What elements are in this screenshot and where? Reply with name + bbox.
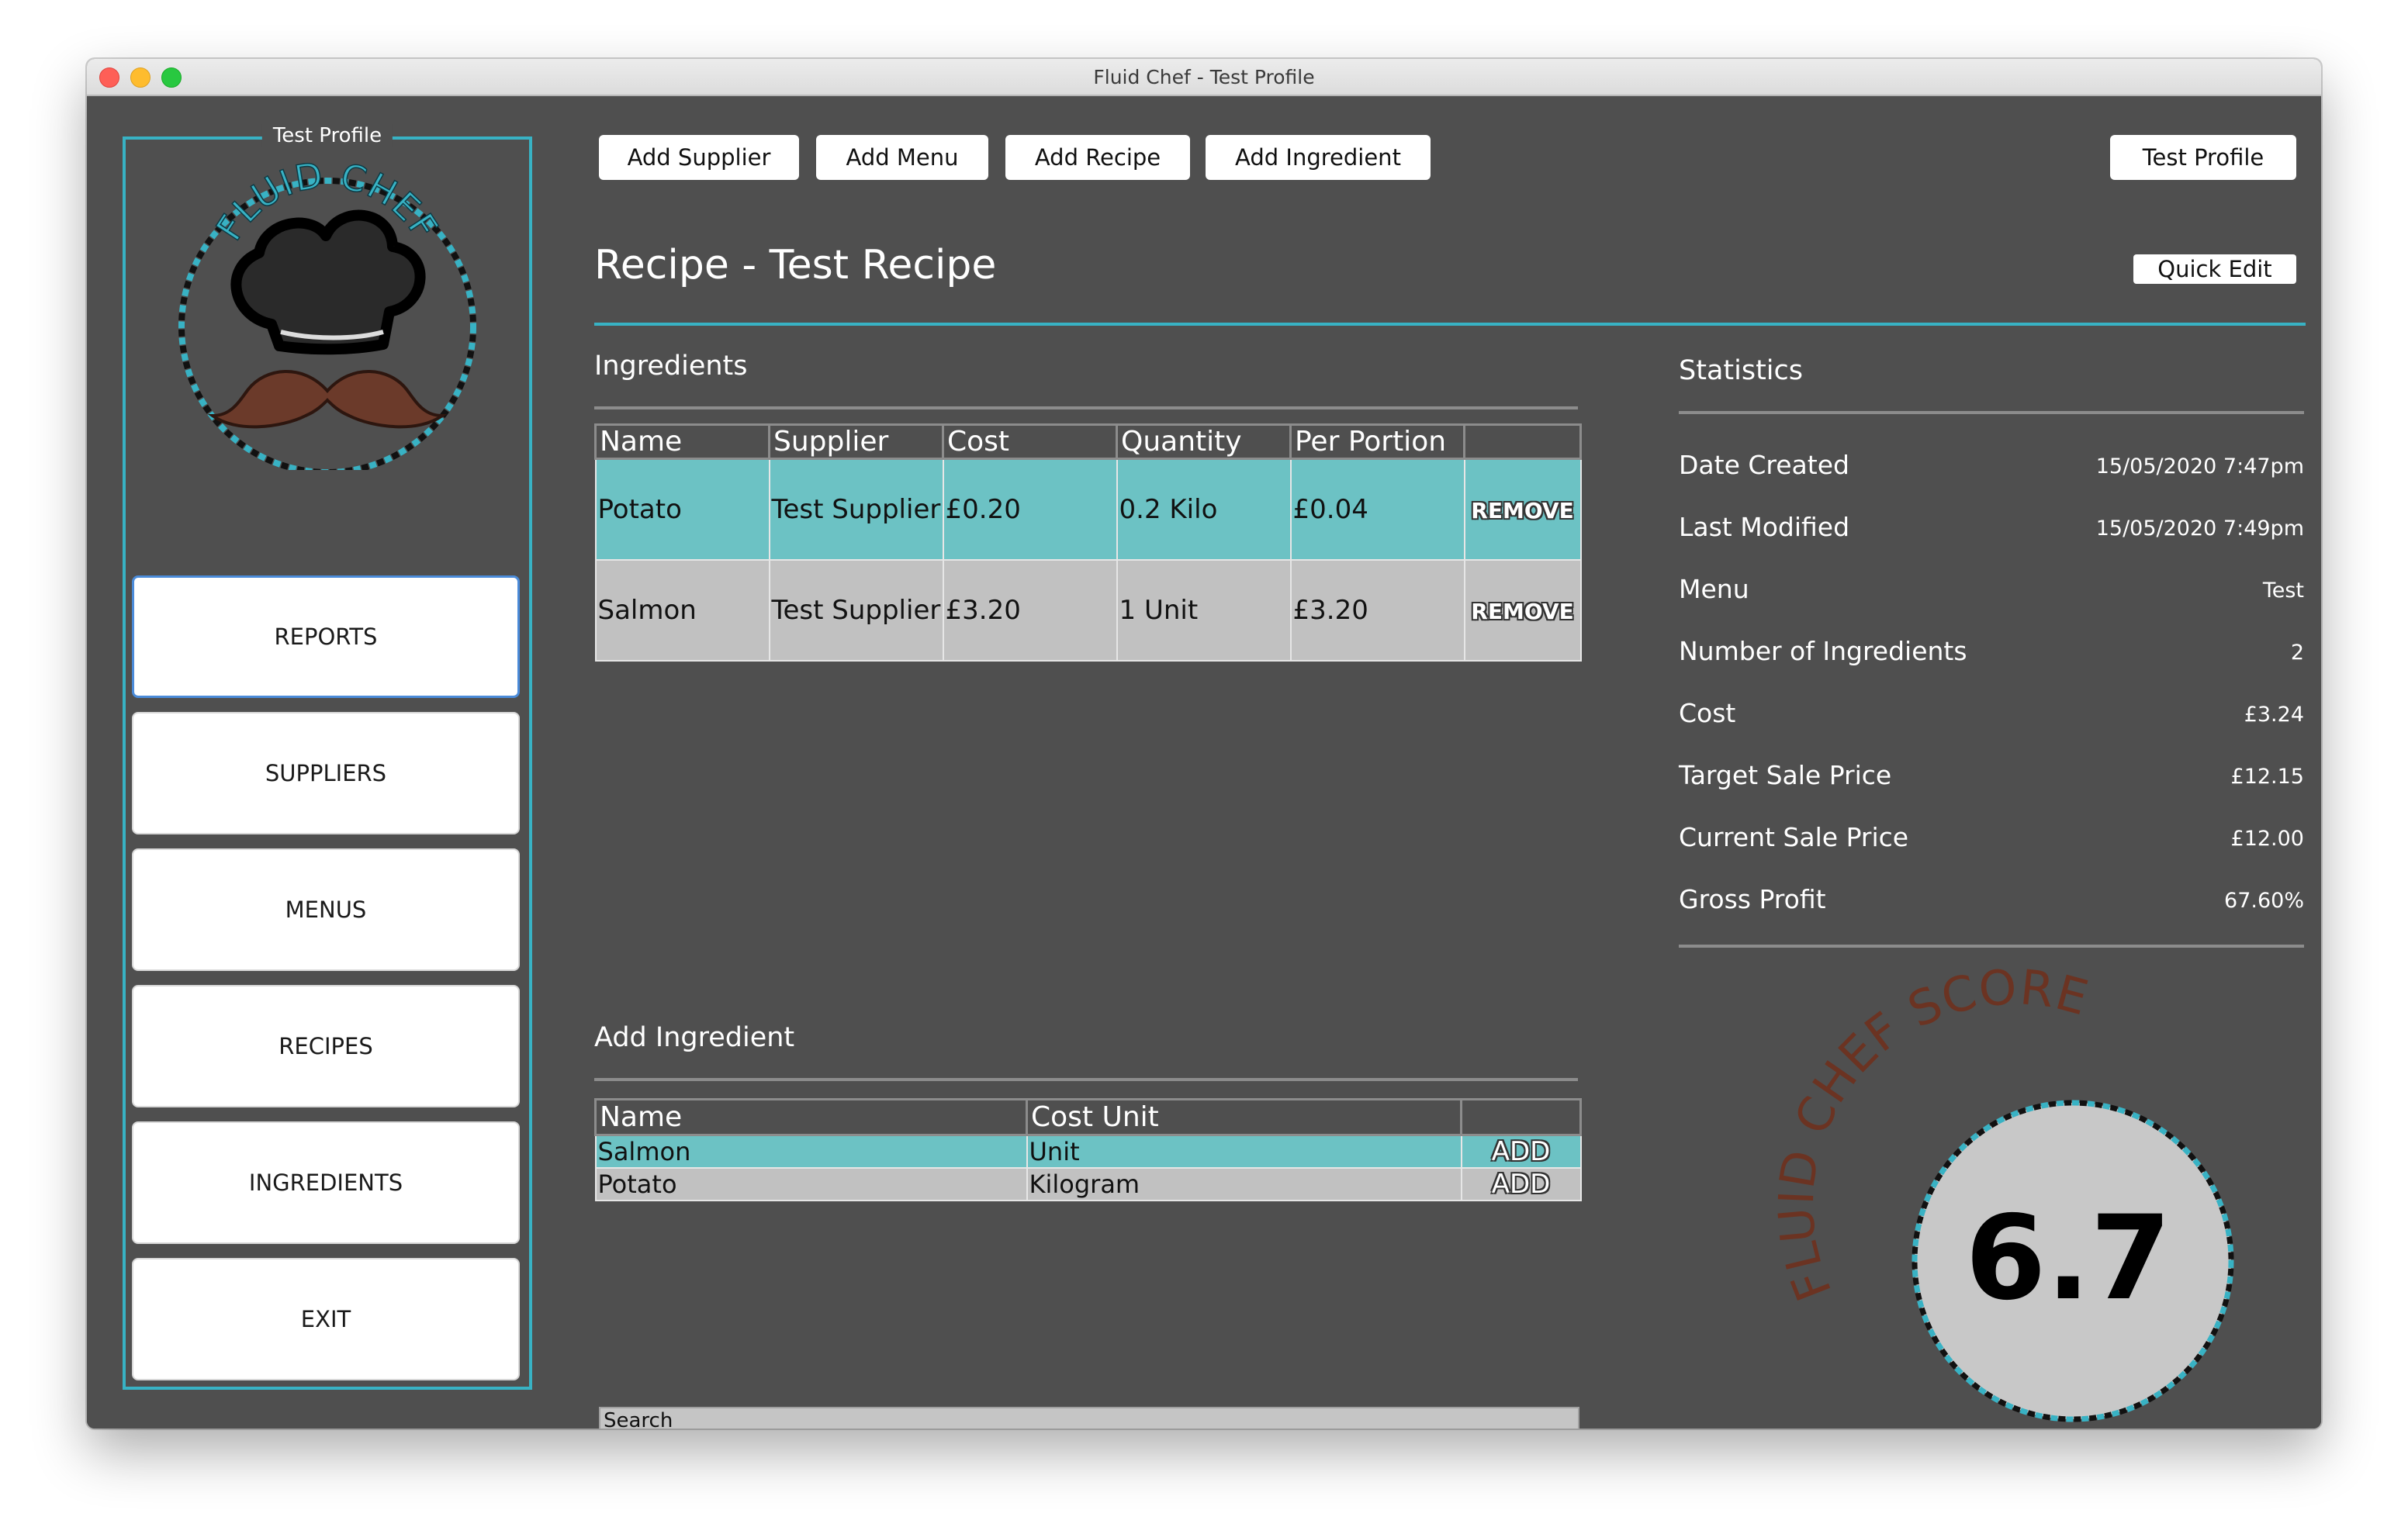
profile-button[interactable]: Test Profile [2110,135,2296,180]
add-ingredient-table: Name Cost Unit Salmon Unit ADD Potato Ki… [594,1098,1582,1201]
stat-value: £3.24 [2244,703,2304,727]
stat-label: Number of Ingredients [1679,636,1967,666]
nav-ingredients-button[interactable]: INGREDIENTS [132,1121,520,1244]
cell-name: Salmon [594,558,770,662]
stat-last-modified: Last Modified 15/05/2020 7:49pm [1679,512,2304,546]
cell-per-portion: £3.20 [1289,558,1465,662]
table-row[interactable]: Potato Test Supplier £0.20 0.2 Kilo £0.0… [594,458,1582,561]
stat-number-of-ingredients: Number of Ingredients 2 [1679,636,2304,670]
cell-cost-unit: Unit [1026,1134,1462,1169]
cell-action: REMOVE [1463,558,1582,662]
cell-name: Potato [594,458,770,561]
app-window: Fluid Chef - Test Profile Test Profile F… [87,59,2321,1429]
ingredients-divider [594,406,1578,409]
page-title: Recipe - Test Recipe [594,242,997,288]
table-row[interactable]: Salmon Test Supplier £3.20 1 Unit £3.20 … [594,558,1582,662]
col-action [1460,1098,1582,1136]
cell-supplier: Test Supplier [768,458,944,561]
col-per-portion[interactable]: Per Portion [1289,423,1465,460]
stat-label: Date Created [1679,450,1849,480]
nav-menus-button[interactable]: MENUS [132,848,520,971]
stat-label: Menu [1679,574,1749,604]
add-button[interactable]: ADD [1492,1136,1551,1166]
nav-reports-button[interactable]: REPORTS [132,575,520,698]
col-supplier[interactable]: Supplier [768,423,944,460]
col-cost[interactable]: Cost [942,423,1118,460]
cell-per-portion: £0.04 [1289,458,1465,561]
main-content: Test Profile FLUID CHEF REPORTS SUPPLIER… [87,98,2321,1429]
stat-value: Test [2262,579,2304,603]
stat-label: Target Sale Price [1679,760,1892,790]
cell-name: Salmon [594,1134,1028,1169]
sidebar: Test Profile FLUID CHEF REPORTS SUPPLIER… [123,124,532,1390]
add-ingredient-header-row: Name Cost Unit [594,1098,1582,1136]
col-cost-unit[interactable]: Cost Unit [1026,1098,1462,1136]
remove-button[interactable]: REMOVE [1471,599,1573,624]
nav-recipes-button[interactable]: RECIPES [132,985,520,1107]
add-supplier-button[interactable]: Add Supplier [599,135,799,180]
cell-supplier: Test Supplier [768,558,944,662]
stat-value: 15/05/2020 7:47pm [2095,454,2304,479]
stat-label: Current Sale Price [1679,822,1909,852]
stat-target-sale-price: Target Sale Price £12.15 [1679,760,2304,794]
stat-value: 67.60% [2224,889,2304,913]
add-ingredient-button[interactable]: Add Ingredient [1206,135,1431,180]
add-menu-button[interactable]: Add Menu [816,135,988,180]
stat-value: 15/05/2020 7:49pm [2095,517,2304,541]
col-name[interactable]: Name [594,1098,1028,1136]
cell-cost: £0.20 [942,458,1118,561]
stat-label: Last Modified [1679,512,1850,542]
stat-cost: Cost £3.24 [1679,698,2304,732]
title-bar: Fluid Chef - Test Profile [87,59,2321,96]
add-button[interactable]: ADD [1492,1170,1551,1199]
col-action [1463,423,1582,460]
quick-edit-button[interactable]: Quick Edit [2133,254,2296,284]
add-ingredient-divider [594,1078,1578,1081]
statistics-heading: Statistics [1679,355,1803,386]
nav-suppliers-button[interactable]: SUPPLIERS [132,712,520,834]
cell-action: ADD [1460,1167,1582,1201]
cell-quantity: 0.2 Kilo [1116,458,1292,561]
cell-action: REMOVE [1463,458,1582,561]
statistics-divider [1679,411,2304,414]
cell-cost-unit: Kilogram [1026,1167,1462,1201]
fluid-chef-score-badge: FLUID CHEF SCORE 6.7 [1770,966,2234,1422]
stat-date-created: Date Created 15/05/2020 7:47pm [1679,450,2304,484]
stat-value: £12.00 [2230,827,2304,851]
col-quantity[interactable]: Quantity [1116,423,1292,460]
ingredients-heading: Ingredients [594,351,748,382]
cell-action: ADD [1460,1134,1582,1169]
title-divider [594,323,2306,326]
table-row[interactable]: Potato Kilogram ADD [594,1167,1582,1201]
score-divider [1679,945,2304,948]
nav-exit-button[interactable]: EXIT [132,1258,520,1380]
cell-quantity: 1 Unit [1116,558,1292,662]
search-input[interactable] [599,1407,1579,1429]
score-value: 6.7 [1965,1191,2171,1326]
cell-cost: £3.20 [942,558,1118,662]
col-name[interactable]: Name [594,423,770,460]
fluid-chef-logo: FLUID CHEF [178,160,476,470]
stat-label: Gross Profit [1679,884,1826,914]
stat-menu: Menu Test [1679,574,2304,608]
profile-label: Test Profile [261,124,393,147]
add-ingredient-heading: Add Ingredient [594,1022,795,1053]
remove-button[interactable]: REMOVE [1471,498,1573,523]
stat-value: 2 [2290,641,2304,665]
cell-name: Potato [594,1167,1028,1201]
stat-current-sale-price: Current Sale Price £12.00 [1679,822,2304,856]
window-title: Fluid Chef - Test Profile [1093,66,1315,88]
ingredients-table: Name Supplier Cost Quantity Per Portion … [594,423,1582,662]
stat-label: Cost [1679,698,1736,728]
stat-gross-profit: Gross Profit 67.60% [1679,884,2304,918]
table-row[interactable]: Salmon Unit ADD [594,1134,1582,1169]
ingredients-header-row: Name Supplier Cost Quantity Per Portion [594,423,1582,460]
stat-value: £12.15 [2230,765,2304,789]
add-recipe-button[interactable]: Add Recipe [1005,135,1190,180]
